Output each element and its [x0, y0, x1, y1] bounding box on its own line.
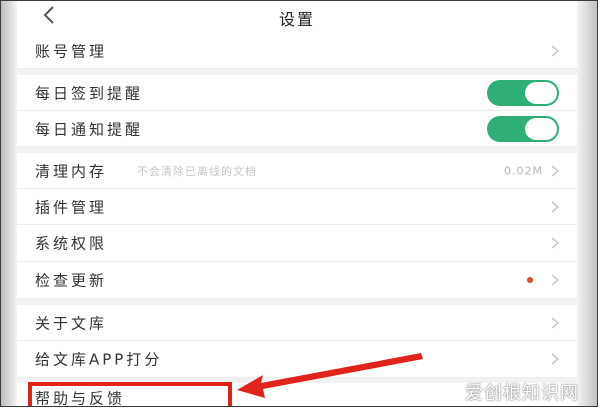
screenshot-frame: 设置 账号管理 每日签到提醒 每日通知提醒 清理内存 不会清除已离线的文档 0.… — [0, 0, 598, 407]
red-arrow-icon — [237, 353, 423, 398]
watermark: 爱创根知识网 — [465, 383, 579, 404]
